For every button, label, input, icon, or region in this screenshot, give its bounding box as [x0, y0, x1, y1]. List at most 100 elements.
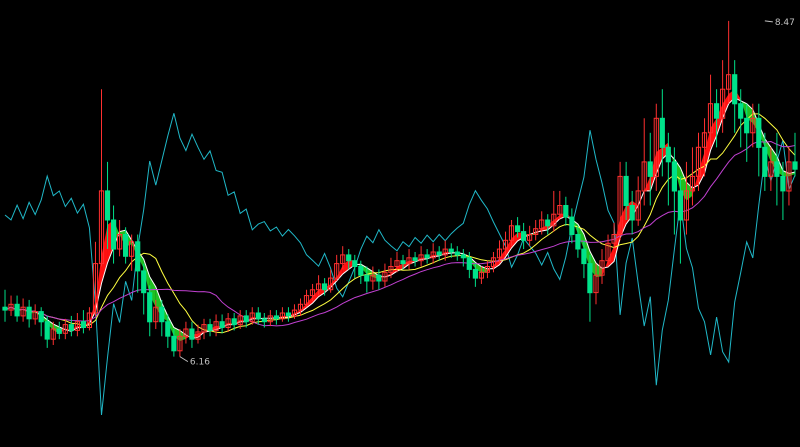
candle [545, 214, 551, 235]
candle [454, 246, 460, 261]
candle-body [80, 321, 87, 329]
candle-body [261, 318, 267, 323]
ribbon-segment [620, 205, 627, 239]
candle-body [581, 248, 587, 265]
candle [406, 249, 412, 270]
candle [8, 295, 14, 316]
candle [56, 321, 62, 340]
candle-body [665, 146, 671, 163]
candle-body [623, 175, 629, 206]
chart-stage: 8.47 6.16 [0, 0, 800, 443]
candle-body [762, 146, 768, 177]
candle [533, 220, 539, 241]
oscillator-line [4, 113, 796, 416]
candle-body [352, 260, 358, 268]
ribbon-segment [692, 171, 699, 196]
moving-average-layer [4, 97, 796, 339]
ribbon-segment [499, 249, 506, 265]
candle-body [44, 321, 50, 340]
annotation-layer: 8.47 6.16 [179, 18, 795, 368]
candle [117, 220, 123, 257]
candle [641, 118, 647, 206]
candle-body [147, 292, 153, 323]
candle [521, 222, 527, 250]
candle-body [744, 117, 750, 134]
ribbon-band-layer [5, 89, 795, 342]
candle [732, 60, 738, 133]
candle-body [515, 225, 521, 233]
candle-body [255, 312, 261, 320]
candle-body [448, 248, 454, 253]
candle [225, 313, 231, 332]
candle [563, 196, 569, 226]
candle-body [231, 318, 237, 326]
ma-short-line [4, 97, 796, 339]
candle [183, 321, 189, 344]
candle-body [629, 205, 635, 221]
candle [80, 310, 87, 334]
candle-body [219, 321, 225, 329]
candle-body [111, 219, 117, 250]
ribbon-segment [312, 289, 319, 304]
candle-body [472, 268, 478, 279]
candle-body [738, 103, 744, 119]
low-price-label: 6.16 [190, 358, 210, 368]
candle [285, 307, 291, 322]
candle [370, 266, 376, 290]
candle [249, 307, 255, 325]
candle [569, 208, 575, 244]
ribbon-segment [306, 296, 313, 308]
ribbon-segment [710, 118, 717, 151]
candle [219, 314, 225, 334]
candle [273, 310, 279, 325]
candle [135, 234, 141, 293]
candle-body [141, 270, 147, 294]
candle-body [135, 241, 141, 272]
oscillator-layer [4, 113, 796, 416]
candle-body [285, 312, 291, 317]
candle-body [273, 315, 279, 320]
ribbon-segment [644, 176, 651, 191]
candle-body [563, 205, 569, 218]
candle-body [424, 254, 430, 259]
candle-body [792, 161, 798, 170]
high-price-label: 8.47 [775, 18, 795, 28]
candle-body [38, 311, 44, 323]
candle [26, 299, 32, 328]
candle [587, 254, 593, 322]
candle [629, 190, 635, 235]
ribbon-segment [390, 266, 397, 276]
candle-body [454, 251, 460, 256]
candle [98, 89, 105, 267]
candle [14, 295, 20, 322]
candle [448, 243, 454, 258]
candle [665, 132, 671, 206]
ma-mid-line [4, 113, 796, 334]
candle-body [575, 234, 581, 250]
candle [726, 20, 732, 104]
candle-body [364, 274, 370, 282]
candle-body [2, 306, 8, 311]
candle [551, 190, 557, 232]
candle-body [322, 283, 328, 291]
candle-body [358, 266, 364, 276]
candle [147, 285, 153, 337]
candle-body [436, 251, 442, 256]
candle [303, 289, 310, 308]
candle [2, 289, 8, 322]
candle-body [14, 303, 20, 317]
candle [430, 243, 436, 264]
candle-body [189, 328, 195, 340]
candle-body [659, 117, 665, 148]
candle [207, 318, 213, 337]
candle [436, 246, 442, 261]
candle-body [56, 328, 62, 334]
candle-body [732, 74, 738, 105]
candle [412, 251, 418, 267]
candle [32, 304, 38, 325]
candle [647, 132, 653, 206]
candle-body [104, 190, 111, 221]
candle-body [26, 306, 32, 320]
candle-body [647, 161, 653, 177]
candle-body [68, 324, 74, 331]
